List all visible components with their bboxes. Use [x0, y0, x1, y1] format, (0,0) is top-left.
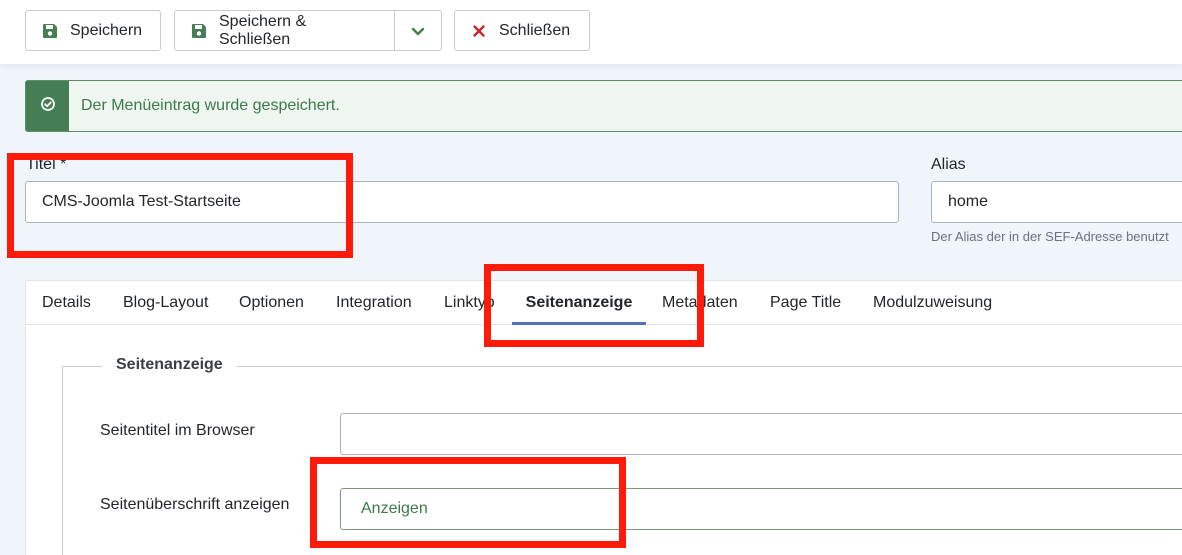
alias-label: Alias	[931, 156, 966, 173]
alias-input[interactable]: home	[931, 181, 1182, 223]
tab-blog-layout[interactable]: Blog-Layout	[123, 281, 208, 325]
save-icon	[42, 23, 58, 39]
success-alert: Der Menüeintrag wurde gespeichert.	[25, 80, 1182, 132]
show-heading-select[interactable]: Anzeigen	[340, 488, 1182, 530]
tab-details[interactable]: Details	[42, 281, 91, 325]
close-button[interactable]: Schließen	[454, 10, 590, 51]
save-close-button[interactable]: Speichern & Schließen	[174, 10, 396, 51]
alias-hint: Der Alias der in der SEF-Adresse benutzt	[931, 229, 1169, 244]
show-heading-value: Anzeigen	[361, 500, 428, 517]
tab-integration[interactable]: Integration	[336, 281, 412, 325]
tab-page-title[interactable]: Page Title	[770, 281, 841, 325]
save-options-dropdown-button[interactable]	[394, 10, 442, 51]
close-label: Schließen	[499, 21, 571, 39]
chevron-down-icon	[410, 23, 426, 39]
tab-page-display[interactable]: Seitenanzeige	[512, 281, 646, 325]
tab-bar: Details Blog-Layout Optionen Integration…	[26, 281, 1182, 325]
alert-icon-area	[26, 81, 69, 131]
check-circle-icon	[40, 96, 56, 117]
tab-metadata[interactable]: Metadaten	[662, 281, 738, 325]
title-value: CMS-Joomla Test-Startseite	[42, 193, 241, 210]
save-button[interactable]: Speichern	[25, 10, 161, 51]
save-close-label: Speichern & Schließen	[219, 12, 307, 48]
save-icon	[191, 23, 207, 39]
tab-link-type[interactable]: Linktyp	[444, 281, 495, 325]
show-heading-label: Seitenüberschrift anzeigen	[100, 496, 290, 513]
save-label: Speichern	[70, 21, 143, 39]
tab-module-assignment[interactable]: Modulzuweisung	[873, 281, 992, 325]
browser-title-label: Seitentitel im Browser	[100, 422, 255, 439]
close-icon	[471, 23, 487, 39]
title-input[interactable]: CMS-Joomla Test-Startseite	[25, 181, 899, 223]
alert-message: Der Menüeintrag wurde gespeichert.	[81, 97, 340, 114]
title-label: Titel *	[26, 156, 67, 173]
alias-value: home	[948, 193, 989, 210]
tab-options[interactable]: Optionen	[239, 281, 304, 325]
fieldset-legend: Seitenanzeige	[102, 356, 237, 374]
toolbar: Speichern Speichern & Schließen Schließe…	[0, 0, 1182, 64]
browser-title-input[interactable]	[340, 413, 1182, 455]
